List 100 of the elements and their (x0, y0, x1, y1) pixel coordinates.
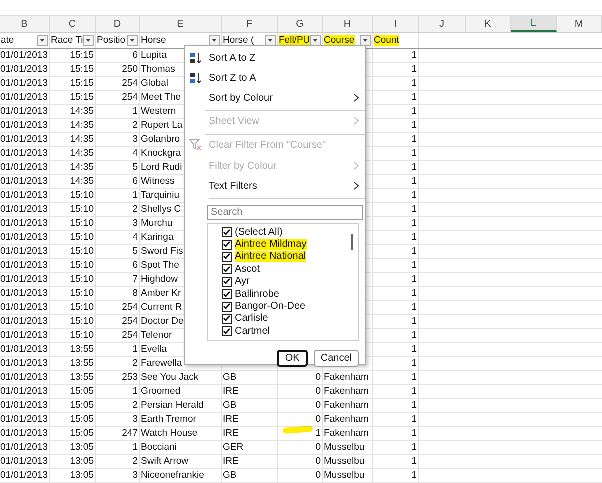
table-cell: 15:15 (70, 78, 94, 89)
caret-down-icon (40, 39, 45, 42)
column-header[interactable]: H (323, 16, 373, 32)
table-cell: 2 (132, 400, 138, 411)
table-cell: Fakenham (324, 386, 369, 397)
table-cell: 0 (316, 442, 321, 453)
list-item-label[interactable]: Carlisle (235, 313, 268, 324)
table-cell: 01/01/2013 (0, 302, 48, 313)
header-cell: ate (1, 35, 14, 46)
list-item-label[interactable]: Ascot (235, 264, 260, 275)
checkbox[interactable] (222, 240, 232, 250)
checkbox[interactable] (222, 227, 232, 238)
column-header[interactable]: F (222, 16, 278, 32)
dialog-button[interactable]: OK (277, 350, 308, 367)
table-cell: 01/01/2013 (0, 372, 48, 383)
table-cell: Amber Kr (141, 288, 182, 299)
table-cell: 01/01/2013 (0, 246, 48, 257)
filter-dropdown-button[interactable] (310, 35, 322, 46)
checkbox[interactable] (222, 264, 232, 274)
search-field[interactable]: Search (207, 205, 363, 220)
list-item-label[interactable]: Aintree National (235, 251, 306, 262)
table-cell: 1 (412, 400, 417, 411)
filter-dropdown-button[interactable] (360, 35, 371, 46)
sort-descending-icon (189, 72, 202, 84)
table-cell: 1 (412, 78, 417, 89)
table-cell: GB (223, 372, 237, 383)
checkbox[interactable] (222, 289, 232, 300)
menu-item[interactable]: Text Filters (185, 176, 365, 196)
column-header[interactable]: E (140, 16, 222, 32)
table-cell: 01/01/2013 (0, 162, 48, 173)
table-cell: 1 (412, 442, 417, 453)
table-cell: 15:05 (70, 414, 94, 425)
table-cell: 0 (316, 456, 321, 467)
filter-dropdown-button[interactable] (37, 35, 48, 46)
menu-item[interactable]: Sort by Colour (185, 88, 365, 108)
dialog-button[interactable]: Cancel (314, 350, 359, 367)
column-header[interactable]: D (96, 16, 140, 32)
list-item-label[interactable]: Cartmel (235, 326, 270, 337)
table-cell: 1 (412, 372, 417, 383)
table-cell: Musselbu (324, 470, 365, 481)
column-header[interactable]: C (50, 16, 96, 32)
column-header[interactable]: J (419, 16, 466, 32)
table-cell: 01/01/2013 (0, 288, 48, 299)
scrollbar-thumb[interactable] (351, 234, 353, 250)
filter-dropdown-button[interactable] (209, 35, 220, 46)
filter-dropdown-button[interactable] (83, 35, 94, 46)
table-cell: 3 (132, 414, 138, 425)
table-cell: 1 (132, 442, 138, 453)
chevron-right-icon (354, 117, 359, 125)
table-cell: 15:10 (70, 190, 94, 201)
list-item-label[interactable]: Bangor-On-Dee (235, 301, 306, 312)
table-cell: 254 (122, 316, 138, 327)
table-cell: 01/01/2013 (0, 456, 48, 467)
table-cell: 01/01/2013 (0, 260, 48, 271)
table-cell: 01/01/2013 (0, 470, 48, 481)
table-cell: 01/01/2013 (0, 50, 48, 61)
menu-item[interactable]: Sort Z to A (185, 68, 365, 88)
table-cell: 4 (132, 232, 138, 243)
column-header[interactable]: G (278, 16, 323, 32)
table-cell: 254 (122, 330, 138, 341)
table-cell: 0 (316, 400, 321, 411)
table-cell: Current R (141, 302, 182, 313)
table-cell: Golanbro (141, 134, 180, 145)
checkbox[interactable] (222, 252, 232, 262)
table-cell: 1 (412, 414, 417, 425)
checkbox[interactable] (222, 326, 232, 336)
list-item-label[interactable]: (Select All) (235, 226, 283, 238)
table-cell: Spot The (141, 260, 180, 271)
table-cell: Global (141, 78, 168, 89)
table-cell: Doctor De (141, 316, 184, 327)
table-cell: 01/01/2013 (0, 400, 48, 411)
table-cell: Shellys C (141, 204, 182, 215)
checkbox[interactable] (222, 314, 232, 324)
list-item-label[interactable]: Ayr (235, 276, 250, 288)
table-cell: IRE (223, 386, 239, 397)
table-cell: See You Jack (141, 372, 199, 383)
filter-dropdown-button[interactable] (127, 35, 138, 46)
list-item-label[interactable]: Ballinrobe (235, 288, 280, 300)
header-cell: Course (324, 35, 355, 46)
chevron-right-icon (354, 182, 359, 190)
table-cell: 15:10 (70, 204, 94, 215)
table-cell: 1 (412, 190, 417, 201)
checkbox[interactable] (222, 302, 232, 312)
menu-item[interactable]: Sort A to Z (185, 48, 365, 68)
checkbox[interactable] (222, 276, 232, 287)
column-header[interactable]: B (0, 16, 50, 32)
filter-dropdown-button[interactable] (265, 35, 276, 46)
header-cell: Horse ( (223, 35, 254, 46)
column-header[interactable]: I (373, 16, 419, 32)
column-header[interactable]: L (511, 16, 557, 32)
table-cell: 254 (122, 78, 138, 89)
column-header[interactable]: M (557, 16, 602, 32)
table-cell: Niceonefrankie (141, 470, 204, 481)
table-cell: 01/01/2013 (0, 428, 48, 439)
table-cell: Groomed (141, 386, 181, 397)
table-cell: 1 (132, 344, 138, 355)
table-cell: 2 (132, 204, 138, 215)
table-cell: 14:35 (70, 148, 94, 159)
table-cell: 1 (412, 428, 417, 439)
list-item-label[interactable]: Aintree Mildmay (235, 239, 307, 250)
